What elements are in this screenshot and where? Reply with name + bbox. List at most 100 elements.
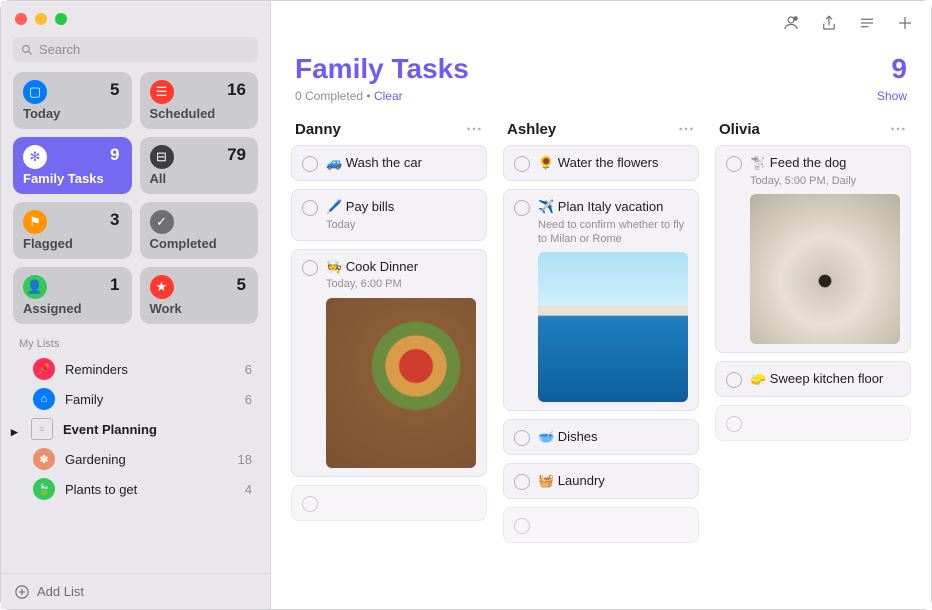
smart-list-all[interactable]: ⊟79All [140, 137, 259, 194]
smart-list-label: All [150, 171, 249, 186]
list-item-gardening[interactable]: ✽ Gardening 18 [1, 444, 270, 474]
smart-list-label: Flagged [23, 236, 122, 251]
plants-to-get-icon: 🍃 [33, 478, 55, 500]
task-complete-radio[interactable] [514, 200, 530, 216]
task-content: 🧺 Laundry [538, 472, 688, 490]
event-planning-icon: ≡ [31, 418, 53, 440]
task-complete-radio[interactable] [514, 474, 530, 490]
list-count: 6 [245, 392, 252, 407]
column-name: Ashley [507, 121, 556, 138]
zoom-window-button[interactable] [55, 13, 67, 25]
smart-list-assigned[interactable]: 👤1Assigned [13, 267, 132, 324]
window-controls [1, 1, 270, 33]
clear-completed-button[interactable]: Clear [374, 89, 403, 103]
smart-list-count: 16 [227, 80, 246, 100]
chevron-right-icon[interactable]: ▸ [11, 424, 21, 434]
task-card[interactable]: 🧺 Laundry [503, 463, 699, 499]
list-count: 18 [238, 452, 252, 467]
task-complete-radio[interactable] [726, 156, 742, 172]
add-list-label: Add List [37, 584, 84, 599]
task-title: 🌻 Water the flowers [538, 154, 688, 172]
task-content: 🖊️ Pay bills Today [326, 198, 476, 232]
new-task-row[interactable] [715, 405, 911, 441]
minimize-window-button[interactable] [35, 13, 47, 25]
column-more-button[interactable]: ⋯ [678, 119, 695, 139]
list-label: Family [65, 392, 235, 407]
smart-list-count: 5 [237, 275, 246, 295]
smart-list-completed[interactable]: ✓Completed [140, 202, 259, 259]
task-image[interactable] [538, 252, 688, 402]
smart-list-work[interactable]: ★5Work [140, 267, 259, 324]
list-label: Gardening [65, 452, 228, 467]
list-header: Family Tasks 9 [271, 45, 931, 89]
task-subtitle: Today [326, 218, 476, 232]
task-complete-radio[interactable] [726, 416, 742, 432]
column-more-button[interactable]: ⋯ [890, 119, 907, 139]
view-options-button[interactable] [857, 13, 877, 33]
task-card[interactable]: 🌻 Water the flowers [503, 145, 699, 181]
smart-list-today[interactable]: ▢5Today [13, 72, 132, 129]
column-header: Ashley ⋯ [503, 113, 699, 145]
new-reminder-button[interactable] [895, 13, 915, 33]
task-card[interactable]: 🧑‍🍳 Cook DinnerToday, 6:00 PM [291, 249, 487, 477]
task-complete-radio[interactable] [302, 200, 318, 216]
list-item-event-planning[interactable]: ▸≡Event Planning [1, 414, 270, 444]
smart-list-scheduled[interactable]: ☰ 16 Scheduled [140, 72, 259, 129]
flagged-icon: ⚑ [23, 210, 47, 234]
smart-list-count: 3 [110, 210, 119, 230]
all-icon: ⊟ [150, 145, 174, 169]
task-complete-radio[interactable] [302, 496, 318, 512]
column-header: Olivia⋯ [715, 113, 911, 145]
gardening-icon: ✽ [33, 448, 55, 470]
smart-list-family-tasks[interactable]: ✻9Family Tasks [13, 137, 132, 194]
list-label: Reminders [65, 362, 235, 377]
task-content: 🥣 Dishes [538, 428, 688, 446]
list-item-plants-to-get[interactable]: 🍃Plants to get4 [1, 474, 270, 504]
list-count: 6 [245, 362, 252, 377]
reminders-icon: 📌 [33, 358, 55, 380]
task-card[interactable]: 🥣 Dishes [503, 419, 699, 455]
family-tasks-icon: ✻ [23, 145, 47, 169]
task-title: 🖊️ Pay bills [326, 198, 476, 216]
toolbar [271, 1, 931, 45]
scheduled-icon: ☰ [150, 80, 174, 104]
close-window-button[interactable] [15, 13, 27, 25]
assigned-icon: 👤 [23, 275, 47, 299]
show-completed-button[interactable]: Show [877, 89, 907, 103]
add-list-button[interactable]: Add List [1, 573, 270, 609]
new-task-row[interactable] [503, 507, 699, 543]
task-card[interactable]: 🧽 Sweep kitchen floor [715, 361, 911, 397]
smart-list-label: Scheduled [150, 106, 249, 121]
column-more-button[interactable]: ⋯ [466, 119, 483, 139]
task-card[interactable]: 🚙 Wash the car [291, 145, 487, 181]
task-content: 🧽 Sweep kitchen floor [750, 370, 900, 388]
task-image[interactable] [326, 298, 476, 468]
person-badge-icon [782, 14, 800, 32]
list-count: 9 [891, 53, 907, 85]
task-complete-radio[interactable] [302, 156, 318, 172]
list-item-family[interactable]: ⌂Family6 [1, 384, 270, 414]
list-item-reminders[interactable]: 📌 Reminders 6 [1, 354, 270, 384]
task-image[interactable] [750, 194, 900, 344]
task-complete-radio[interactable] [514, 518, 530, 534]
plus-icon [896, 14, 914, 32]
task-title: 🧽 Sweep kitchen floor [750, 370, 900, 388]
task-content: 🧑‍🍳 Cook DinnerToday, 6:00 PM [326, 258, 476, 468]
task-complete-radio[interactable] [726, 372, 742, 388]
task-subtitle: Need to confirm whether to fly to Milan … [538, 218, 688, 247]
task-card[interactable]: 🐩 Feed the dogToday, 5:00 PM, Daily [715, 145, 911, 353]
task-complete-radio[interactable] [514, 156, 530, 172]
today-icon: ▢ [23, 80, 47, 104]
task-complete-radio[interactable] [302, 260, 318, 276]
task-card[interactable]: ✈️ Plan Italy vacationNeed to confirm wh… [503, 189, 699, 411]
new-task-row[interactable] [291, 485, 487, 521]
task-card[interactable]: 🖊️ Pay bills Today [291, 189, 487, 241]
plus-circle-icon [15, 585, 29, 599]
search-input[interactable]: Search [13, 37, 258, 62]
task-content: 🌻 Water the flowers [538, 154, 688, 172]
share-button[interactable] [819, 13, 839, 33]
smart-list-flagged[interactable]: ⚑ 3 Flagged [13, 202, 132, 259]
task-complete-radio[interactable] [514, 430, 530, 446]
collaborate-button[interactable] [781, 13, 801, 33]
my-lists-header: My Lists [1, 324, 270, 354]
